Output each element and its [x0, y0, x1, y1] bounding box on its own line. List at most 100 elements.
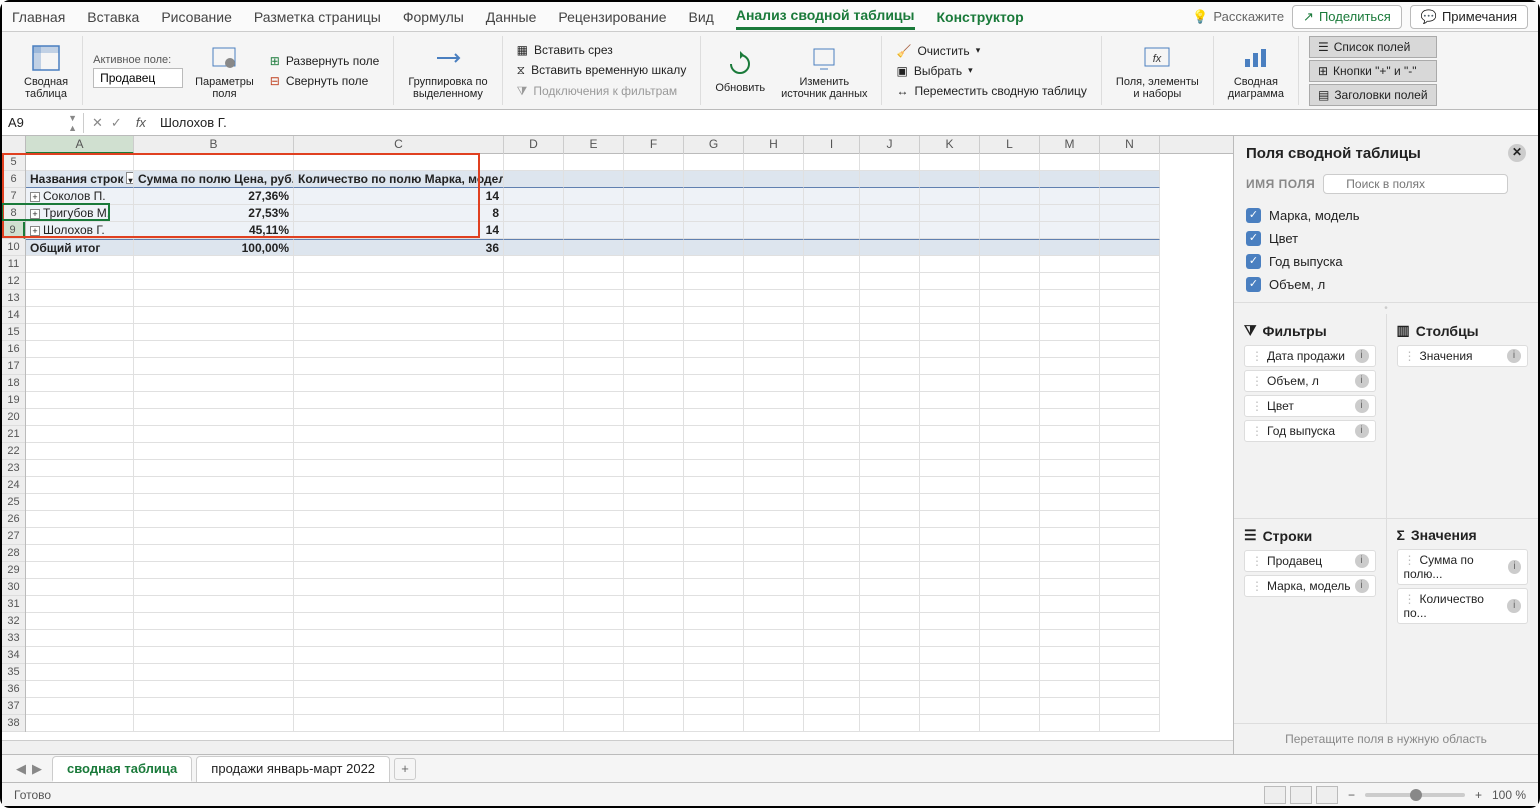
cell[interactable] [26, 307, 134, 324]
cell[interactable] [920, 426, 980, 443]
cell[interactable] [564, 698, 624, 715]
cell[interactable] [920, 664, 980, 681]
cell[interactable] [804, 154, 860, 171]
cell[interactable] [804, 409, 860, 426]
cell[interactable] [804, 562, 860, 579]
cell[interactable]: 45,11% [134, 222, 294, 239]
cell[interactable] [134, 596, 294, 613]
cell[interactable] [624, 154, 684, 171]
cell[interactable] [1040, 613, 1100, 630]
cell[interactable] [684, 494, 744, 511]
cell[interactable] [684, 426, 744, 443]
zoom-slider[interactable] [1365, 793, 1465, 797]
column-header[interactable]: E [564, 136, 624, 154]
field-item[interactable]: ✓Цвет [1246, 227, 1526, 250]
cell[interactable] [624, 188, 684, 205]
cell[interactable] [294, 545, 504, 562]
cell[interactable] [980, 613, 1040, 630]
cell[interactable] [504, 528, 564, 545]
cell[interactable] [504, 341, 564, 358]
fields-items-button[interactable]: fx Поля, элементы и наборы [1112, 40, 1203, 102]
info-icon[interactable]: i [1355, 424, 1369, 438]
cell[interactable] [564, 222, 624, 239]
pivot-chart-button[interactable]: Сводная диаграмма [1224, 40, 1288, 102]
cell[interactable] [294, 613, 504, 630]
cell[interactable] [624, 426, 684, 443]
cell[interactable] [294, 324, 504, 341]
row-header[interactable]: 8 [2, 205, 25, 222]
cell[interactable]: 27,53% [134, 205, 294, 222]
cell[interactable] [980, 239, 1040, 256]
cell[interactable] [920, 698, 980, 715]
cell[interactable] [684, 154, 744, 171]
add-sheet-button[interactable]: + [394, 758, 416, 780]
cell[interactable] [860, 358, 920, 375]
cell[interactable] [1040, 154, 1100, 171]
cell[interactable] [860, 596, 920, 613]
cell[interactable] [860, 698, 920, 715]
row-header[interactable]: 14 [2, 307, 25, 324]
tab-рецензирование[interactable]: Рецензирование [558, 5, 666, 29]
cell[interactable] [860, 341, 920, 358]
row-header[interactable]: 12 [2, 273, 25, 290]
cell[interactable] [564, 545, 624, 562]
cell[interactable] [1040, 205, 1100, 222]
cell[interactable] [504, 392, 564, 409]
cell[interactable] [1040, 290, 1100, 307]
cell[interactable] [860, 324, 920, 341]
row-header[interactable]: 35 [2, 664, 25, 681]
cell[interactable] [804, 341, 860, 358]
info-icon[interactable]: i [1508, 560, 1521, 574]
cell[interactable] [1040, 596, 1100, 613]
cell[interactable] [564, 154, 624, 171]
cell[interactable] [980, 341, 1040, 358]
cell[interactable] [504, 460, 564, 477]
cell[interactable] [1100, 698, 1160, 715]
cell[interactable] [804, 290, 860, 307]
cell[interactable] [564, 256, 624, 273]
cell[interactable] [1100, 579, 1160, 596]
expand-row-icon[interactable]: + [30, 192, 40, 202]
cell[interactable] [744, 613, 804, 630]
page-break-view-button[interactable] [1316, 786, 1338, 804]
column-header[interactable]: H [744, 136, 804, 154]
cell[interactable] [684, 664, 744, 681]
cell[interactable] [684, 596, 744, 613]
cell[interactable] [1040, 273, 1100, 290]
cell[interactable] [744, 511, 804, 528]
row-header[interactable]: 26 [2, 511, 25, 528]
area-field-item[interactable]: ⋮Цветi [1244, 395, 1376, 417]
area-field-item[interactable]: ⋮Количество по...i [1397, 588, 1529, 624]
cell[interactable] [624, 579, 684, 596]
cell[interactable] [1040, 409, 1100, 426]
cell[interactable] [744, 154, 804, 171]
cell[interactable] [294, 273, 504, 290]
cell[interactable]: Сумма по полю Цена, руб. [134, 171, 294, 188]
cell[interactable] [980, 307, 1040, 324]
cell[interactable] [134, 579, 294, 596]
cell[interactable] [980, 579, 1040, 596]
cell[interactable] [684, 341, 744, 358]
cell[interactable] [504, 290, 564, 307]
field-list-toggle[interactable]: ☰ Список полей [1309, 36, 1437, 58]
cell[interactable] [564, 273, 624, 290]
cell[interactable] [804, 222, 860, 239]
cell[interactable]: 14 [294, 222, 504, 239]
cell[interactable] [624, 494, 684, 511]
cell[interactable] [134, 409, 294, 426]
cell[interactable] [744, 562, 804, 579]
cell[interactable] [860, 171, 920, 188]
column-header[interactable]: D [504, 136, 564, 154]
cell[interactable] [804, 171, 860, 188]
cell[interactable] [134, 273, 294, 290]
cell[interactable] [684, 443, 744, 460]
clear-button[interactable]: 🧹 Очистить ▾ [892, 42, 1090, 60]
cell[interactable] [1100, 154, 1160, 171]
cell[interactable] [920, 715, 980, 732]
cell[interactable] [684, 460, 744, 477]
cell[interactable] [804, 460, 860, 477]
cell[interactable] [920, 239, 980, 256]
cell[interactable] [860, 222, 920, 239]
insert-timeline-button[interactable]: ⧖ Вставить временную шкалу [513, 61, 691, 80]
cell[interactable] [294, 307, 504, 324]
